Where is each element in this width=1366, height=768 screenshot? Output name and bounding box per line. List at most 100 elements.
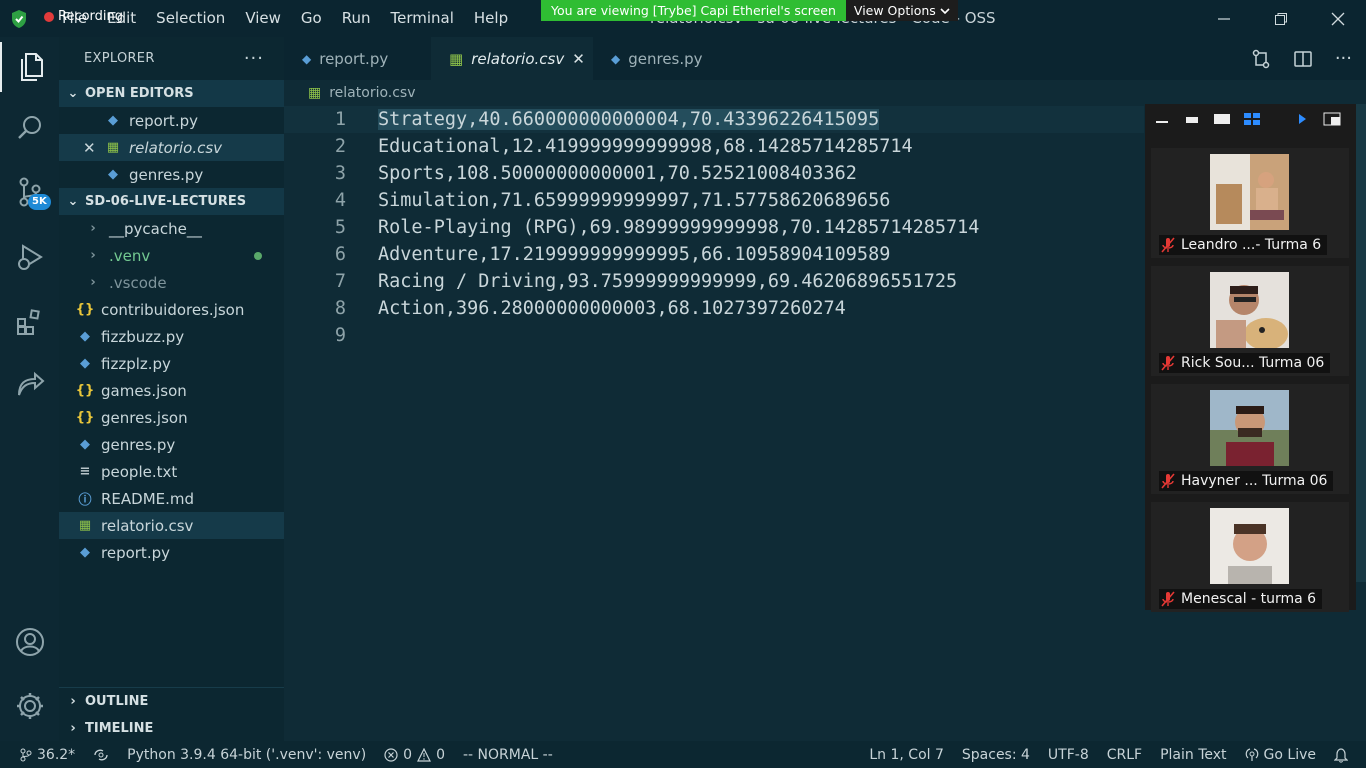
file-item[interactable]: {} contribuidores.json: [59, 296, 284, 323]
language-mode-status[interactable]: Plain Text: [1151, 741, 1235, 768]
encoding-status[interactable]: UTF-8: [1039, 741, 1098, 768]
tab-label: genres.py: [628, 49, 703, 68]
editor-line[interactable]: 9: [284, 322, 1144, 349]
screen-share-banner: You are viewing [Trybe] Capi Etheriel's …: [541, 0, 958, 21]
line-number: 2: [334, 136, 346, 157]
editor-line[interactable]: 8 Action,396.28000000000003,68.102739726…: [284, 295, 1144, 322]
code-editor[interactable]: 1 Strategy,40.660000000000004,70.4339622…: [284, 106, 1144, 726]
timeline-section[interactable]: › TIMELINE: [59, 715, 284, 742]
chevron-right-icon: ›: [90, 248, 96, 263]
restore-button[interactable]: [1252, 0, 1309, 37]
file-item[interactable]: ◆ genres.py: [59, 431, 284, 458]
file-item[interactable]: ◆ fizzplz.py: [59, 350, 284, 377]
menu-selection[interactable]: Selection: [146, 0, 235, 37]
view-options-button[interactable]: View Options: [845, 0, 958, 21]
minimize-button[interactable]: [1195, 0, 1252, 37]
menu-view[interactable]: View: [235, 0, 291, 37]
source-control-activity-button[interactable]: 5K: [0, 167, 59, 217]
editor-line[interactable]: 2 Educational,12.419999999999998,68.1428…: [284, 133, 1144, 160]
participant-tile[interactable]: Leandro ...- Turma 6: [1151, 148, 1349, 258]
file-item[interactable]: ◆ fizzbuzz.py: [59, 323, 284, 350]
file-item[interactable]: ⓘ README.md: [59, 485, 284, 512]
open-editor-item[interactable]: ◆ genres.py: [59, 161, 284, 188]
editor-line[interactable]: 4 Simulation,71.65999999999997,71.577586…: [284, 187, 1144, 214]
line-text: Racing / Driving,93.75999999999999,69.46…: [378, 271, 958, 292]
extensions-activity-button[interactable]: [0, 297, 59, 347]
file-item[interactable]: {} genres.json: [59, 404, 284, 431]
editor-line[interactable]: 1 Strategy,40.660000000000004,70.4339622…: [284, 106, 1144, 133]
run-debug-icon: [17, 244, 43, 270]
participant-tile[interactable]: Havyner ... Turma 06: [1151, 384, 1349, 494]
cursor-position-status[interactable]: Ln 1, Col 7: [860, 741, 953, 768]
eol-status[interactable]: CRLF: [1098, 741, 1151, 768]
split-editor-icon[interactable]: [1293, 49, 1313, 69]
problems-status[interactable]: 0 0: [375, 741, 454, 768]
editor-line[interactable]: 6 Adventure,17.219999999999995,66.109589…: [284, 241, 1144, 268]
play-right-icon: [1299, 114, 1306, 124]
close-editor-icon[interactable]: ✕: [83, 139, 99, 157]
open-editor-item-active[interactable]: ✕ ▦ relatorio.csv: [59, 134, 284, 161]
go-live-button[interactable]: Go Live: [1236, 741, 1325, 768]
sync-status[interactable]: [84, 741, 118, 768]
editor-line[interactable]: 7 Racing / Driving,93.75999999999999,69.…: [284, 268, 1144, 295]
tab-report-py[interactable]: ◆ report.py: [284, 37, 431, 80]
speaker-view-button[interactable]: [1213, 112, 1231, 126]
warning-icon: [417, 747, 432, 762]
tab-relatorio-csv[interactable]: ▦ relatorio.csv ✕: [431, 37, 593, 80]
editor-line[interactable]: 5 Role-Playing (RPG),69.98999999999998,7…: [284, 214, 1144, 241]
run-debug-activity-button[interactable]: [0, 232, 59, 282]
view-options-label: View Options: [853, 3, 936, 18]
editor-scrollbar[interactable]: [1356, 104, 1366, 582]
open-editors-section[interactable]: ⌄ OPEN EDITORS: [59, 80, 284, 107]
folder-item[interactable]: › .venv: [59, 242, 284, 269]
folder-item[interactable]: › .vscode: [59, 269, 284, 296]
line-number: 5: [334, 217, 346, 238]
exit-panel-button[interactable]: [1323, 112, 1341, 126]
breadcrumb[interactable]: ▦ relatorio.csv: [308, 82, 416, 104]
menu-terminal[interactable]: Terminal: [381, 0, 464, 37]
next-page-button[interactable]: [1293, 112, 1311, 126]
open-changes-icon[interactable]: [1251, 49, 1271, 69]
file-item[interactable]: ≡ people.txt: [59, 458, 284, 485]
file-label: fizzplz.py: [101, 354, 171, 373]
file-item[interactable]: ◆ report.py: [59, 539, 284, 566]
participant-video: [1210, 154, 1289, 230]
participant-tile[interactable]: Menescal - turma 6: [1151, 502, 1349, 612]
folder-item[interactable]: › __pycache__: [59, 215, 284, 242]
remote-explorer-activity-button[interactable]: [0, 359, 59, 409]
editor-line[interactable]: 3 Sports,108.50000000000001,70.525210084…: [284, 160, 1144, 187]
explorer-activity-button[interactable]: [0, 42, 59, 92]
more-actions-icon[interactable]: ···: [1335, 48, 1352, 69]
chevron-right-icon: ›: [70, 694, 76, 709]
workspace-title: SD-06-LIVE-LECTURES: [85, 194, 247, 209]
menu-go[interactable]: Go: [291, 0, 332, 37]
minimize-video-button[interactable]: [1153, 112, 1171, 126]
tab-genres-py[interactable]: ◆ genres.py: [593, 37, 721, 80]
manage-activity-button[interactable]: [0, 681, 59, 731]
participant-name-tag: Rick Sou... Turma 06: [1159, 353, 1331, 373]
notifications-button[interactable]: [1325, 741, 1366, 768]
gallery-icon: [1244, 113, 1260, 125]
search-icon: [17, 116, 41, 139]
accounts-activity-button[interactable]: [0, 617, 59, 667]
file-item[interactable]: {} games.json: [59, 377, 284, 404]
search-activity-button[interactable]: [0, 103, 59, 153]
panel-layout-icon: [1323, 112, 1341, 126]
gallery-view-button[interactable]: [1243, 112, 1261, 126]
more-actions-icon[interactable]: ···: [244, 48, 264, 69]
outline-section[interactable]: › OUTLINE: [59, 688, 284, 715]
indentation-status[interactable]: Spaces: 4: [953, 741, 1039, 768]
close-window-button[interactable]: [1309, 0, 1366, 37]
thumbnail-view-button[interactable]: [1183, 112, 1201, 126]
branch-status[interactable]: 36.2*: [0, 741, 84, 768]
workspace-section[interactable]: ⌄ SD-06-LIVE-LECTURES: [59, 188, 284, 215]
file-item-selected[interactable]: ▦ relatorio.csv: [59, 512, 284, 539]
recording-label: Recording: [58, 9, 124, 24]
status-bar: 36.2* Python 3.9.4 64-bit ('.venv': venv…: [0, 741, 1366, 768]
open-editor-item[interactable]: ◆ report.py: [59, 107, 284, 134]
menu-run[interactable]: Run: [332, 0, 381, 37]
menu-help[interactable]: Help: [464, 0, 518, 37]
close-tab-icon[interactable]: ✕: [572, 50, 585, 68]
participant-tile[interactable]: Rick Sou... Turma 06: [1151, 266, 1349, 376]
python-interpreter-status[interactable]: Python 3.9.4 64-bit ('.venv': venv): [118, 741, 375, 768]
